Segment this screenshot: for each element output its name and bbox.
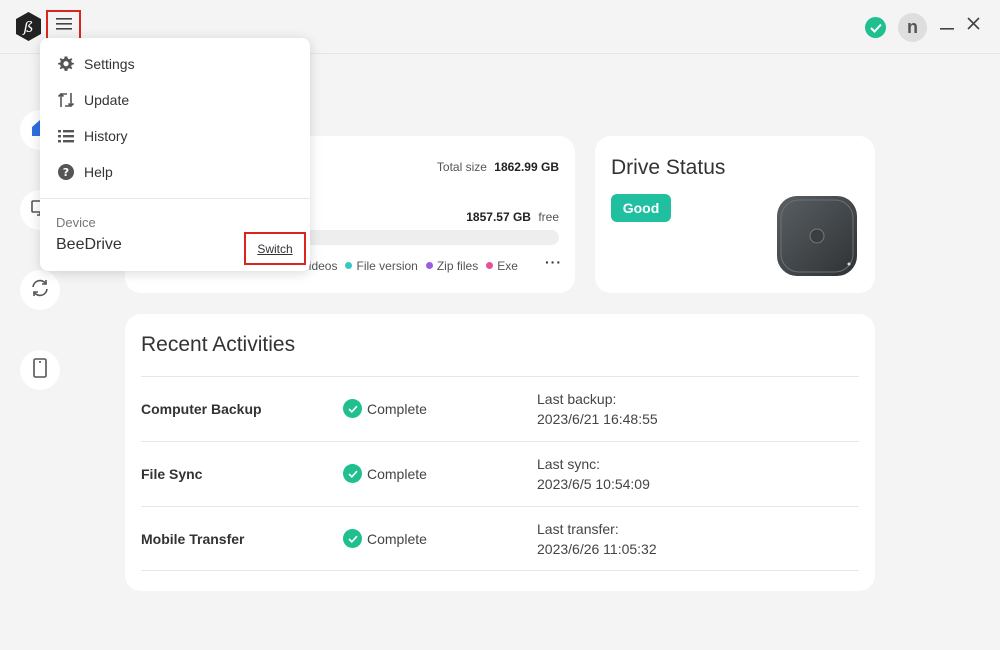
legend-item-file-version: File version (345, 259, 418, 273)
activity-time: 2023/6/21 16:48:55 (537, 411, 658, 427)
free-size: 1857.57 GB free (466, 210, 559, 224)
menu-item-label: Settings (84, 56, 135, 72)
menu-item-settings[interactable]: Settings (56, 52, 296, 76)
hamburger-menu-icon (55, 17, 72, 36)
total-size-label: Total size (436, 160, 487, 174)
activity-status: Complete (343, 529, 427, 548)
check-circle-icon (343, 399, 362, 418)
menu-item-update[interactable]: Update (56, 88, 296, 112)
activity-status-label: Complete (367, 400, 427, 417)
drive-status-card: Drive Status Good (595, 136, 875, 293)
recent-activities-card: Recent Activities Computer Backup Comple… (125, 314, 875, 591)
free-size-value: 1857.57 GB (466, 210, 531, 224)
total-size-value: 1862.99 GB (494, 160, 559, 174)
menu-item-label: Update (84, 92, 130, 108)
help-icon: ? (56, 163, 75, 182)
activity-name: File Sync (141, 466, 203, 482)
recent-activities-title: Recent Activities (141, 333, 296, 356)
user-avatar[interactable]: n (898, 13, 927, 42)
switch-device-link[interactable]: Switch (244, 232, 306, 265)
storage-legend: Videos File version Zip files Exe (301, 259, 533, 273)
activity-name: Mobile Transfer (141, 531, 245, 547)
activity-name: Computer Backup (141, 401, 262, 417)
menu-item-help[interactable]: ? Help (56, 160, 296, 184)
activity-time-label: Last backup: (537, 391, 617, 407)
sidebar-item-mobile-transfer[interactable] (20, 350, 60, 390)
activity-time-label: Last sync: (537, 456, 601, 472)
device-name: BeeDrive (56, 236, 122, 253)
legend-dot (425, 262, 433, 269)
gear-icon (56, 55, 75, 74)
menu-divider (40, 198, 310, 199)
svg-text:?: ? (62, 166, 68, 179)
storage-usage-bar (295, 230, 559, 245)
activity-row: File Sync Complete Last sync: 2023/6/5 1… (141, 441, 859, 506)
close-button[interactable] (963, 16, 983, 36)
activity-row: Computer Backup Complete Last backup: 20… (141, 376, 859, 441)
menu-item-history[interactable]: History (56, 124, 296, 148)
legend-item-exe: Exe (486, 259, 518, 273)
activity-status: Complete (343, 464, 427, 483)
activity-time-label: Last transfer: (537, 521, 619, 537)
legend-item-zip-files: Zip files (425, 259, 479, 273)
activity-status: Complete (343, 399, 427, 418)
list-icon (56, 127, 75, 146)
update-icon (56, 91, 75, 110)
legend-label: Exe (497, 259, 518, 273)
drive-status-badge: Good (611, 194, 671, 222)
phone-icon (32, 357, 48, 383)
legend-label: File version (356, 259, 418, 273)
legend-dot (486, 262, 494, 269)
sidebar-item-file-sync[interactable] (20, 270, 60, 310)
activity-row: Mobile Transfer Complete Last transfer: … (141, 506, 859, 571)
svg-text:ß: ß (21, 18, 33, 36)
activity-time: 2023/6/26 11:05:32 (537, 541, 657, 557)
legend-label: Zip files (436, 259, 479, 273)
device-label: Device (56, 215, 96, 230)
free-size-label: free (538, 210, 559, 224)
check-circle-icon (343, 464, 362, 483)
minimize-icon (940, 17, 954, 35)
activity-status-label: Complete (367, 465, 427, 482)
total-size: Total size 1862.99 GB (437, 160, 559, 174)
sync-icon (29, 277, 51, 304)
drive-device-image (775, 194, 859, 278)
activity-status-label: Complete (367, 530, 427, 547)
drive-status-title: Drive Status (611, 156, 726, 179)
menu-item-label: Help (84, 164, 113, 180)
beedrive-logo-icon: ß (13, 11, 44, 42)
connection-status-icon[interactable] (865, 17, 886, 38)
main-menu-dropdown: Settings Update History ? Help Device Be… (40, 38, 310, 271)
legend-dot (345, 262, 353, 269)
check-circle-icon (343, 529, 362, 548)
menu-item-label: History (84, 128, 128, 144)
minimize-button[interactable] (938, 16, 956, 36)
close-icon (966, 17, 980, 35)
activity-time: 2023/6/5 10:54:09 (537, 476, 650, 492)
legend-more-button[interactable]: ··· (545, 254, 562, 270)
